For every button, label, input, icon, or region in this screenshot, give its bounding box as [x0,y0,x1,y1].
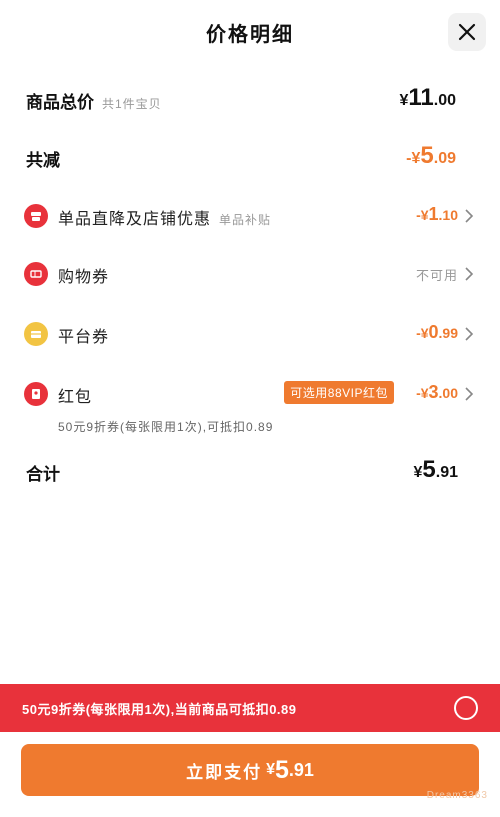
item-amount: -¥1.10 [416,204,458,225]
close-icon [458,23,476,41]
header: 价格明细 [0,0,500,64]
amount-integer: 5 [422,456,436,483]
item-label: 平台券 [58,329,110,346]
chevron-right-icon [465,327,474,341]
unavailable-status: 不可用 [415,268,458,283]
amount-decimal: .91 [288,759,314,780]
discount-prefix: -¥ [406,150,421,167]
amount-integer: 3 [428,382,439,402]
promo-bar[interactable]: 50元9折券(每张限用1次),当前商品可抵扣0.89 [0,684,500,732]
item-sub-label: 单品补贴 [219,213,272,227]
item-platform-coupon[interactable]: 平台券 -¥0.99 [0,316,500,356]
item-shopping-coupon[interactable]: 购物券 不可用 [0,256,500,296]
total-row: 合计 ¥5.91 [0,452,500,492]
item-label: 红包 [58,389,93,406]
watermark: Dream3363 [426,790,488,801]
item-label-text: 单品直降及店铺优惠 [58,211,212,228]
amount-decimal: .10 [438,207,458,223]
amount-decimal: .00 [433,92,456,109]
total-amount: ¥5.91 [413,456,458,484]
discount-integer: 5 [420,142,434,169]
vip-red-packet-badge[interactable]: 可选用88VIP红包 [284,381,394,404]
red-packet-note: 50元9折券(每张限用1次),可抵扣0.89 [58,420,274,434]
goods-total-amount: ¥11.00 [399,84,456,112]
goods-total-label-text: 商品总价 [26,93,94,112]
pay-now-button[interactable]: 立即支付 ¥5.91 [21,744,479,796]
coupon-icon [24,262,48,286]
discount-decimal: .09 [433,150,456,167]
amount-prefix: -¥ [416,207,429,223]
item-label: 购物券 [58,269,110,286]
item-red-packet[interactable]: 红包 可选用88VIP红包 -¥3.00 [0,376,500,416]
goods-total-row: 商品总价 共1件宝贝 ¥11.00 [0,80,500,120]
chevron-right-icon [465,267,474,281]
item-amount: -¥3.00 [416,382,458,403]
goods-total-count: 共1件宝贝 [102,97,162,111]
total-discount-row: 共减 -¥5.09 [0,138,500,178]
item-label: 单品直降及店铺优惠 单品补贴 [58,205,271,229]
amount-decimal: .91 [435,464,458,481]
amount-prefix: -¥ [416,385,429,401]
item-shop-discount[interactable]: 单品直降及店铺优惠 单品补贴 -¥1.10 [0,198,500,238]
goods-total-label: 商品总价 共1件宝贝 [26,88,162,113]
amount-integer: 5 [274,755,289,784]
close-button[interactable] [448,13,486,51]
promo-text: 50元9折券(每张限用1次),当前商品可抵扣0.89 [22,702,297,717]
amount-decimal: .99 [438,325,458,341]
amount-prefix: -¥ [416,325,429,341]
chevron-right-icon [465,209,474,223]
amount-integer: 11 [408,84,434,111]
amount-decimal: .00 [438,385,458,401]
page-title: 价格明细 [206,24,294,46]
total-discount-amount: -¥5.09 [406,142,456,170]
amount-integer: 0 [428,322,439,342]
amount-integer: 1 [428,204,439,224]
currency-symbol: ¥ [266,761,275,778]
shop-discount-icon [24,204,48,228]
chevron-right-icon [465,387,474,401]
item-amount: -¥0.99 [416,322,458,343]
pay-button-label: 立即支付 [186,762,263,782]
total-label: 合计 [26,465,60,484]
total-discount-label: 共减 [26,151,60,170]
red-packet-icon [24,382,48,406]
platform-coupon-icon [24,322,48,346]
promo-radio-button[interactable] [454,696,478,720]
